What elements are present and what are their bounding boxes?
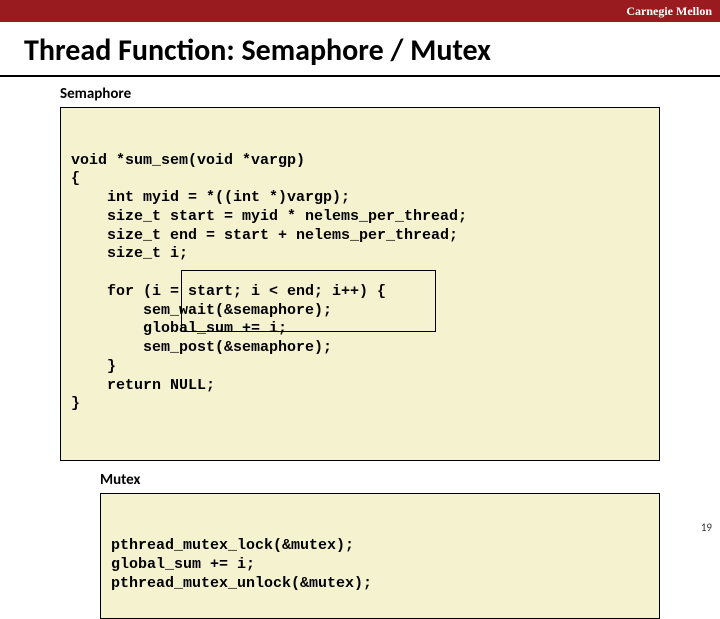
semaphore-label: Semaphore	[60, 85, 720, 103]
top-bar: Carnegie Mellon	[0, 0, 720, 22]
semaphore-code: void *sum_sem(void *vargp) { int myid = …	[71, 152, 649, 415]
mutex-label: Mutex	[100, 471, 720, 489]
slide-title: Thread Function: Semaphore / Mutex	[0, 22, 720, 77]
mutex-code: pthread_mutex_lock(&mutex); global_sum +…	[111, 537, 649, 593]
semaphore-code-box: void *sum_sem(void *vargp) { int myid = …	[60, 107, 660, 461]
mutex-code-box: pthread_mutex_lock(&mutex); global_sum +…	[100, 493, 660, 619]
page-number: 19	[701, 521, 712, 534]
brand-text: Carnegie Mellon	[626, 4, 712, 18]
